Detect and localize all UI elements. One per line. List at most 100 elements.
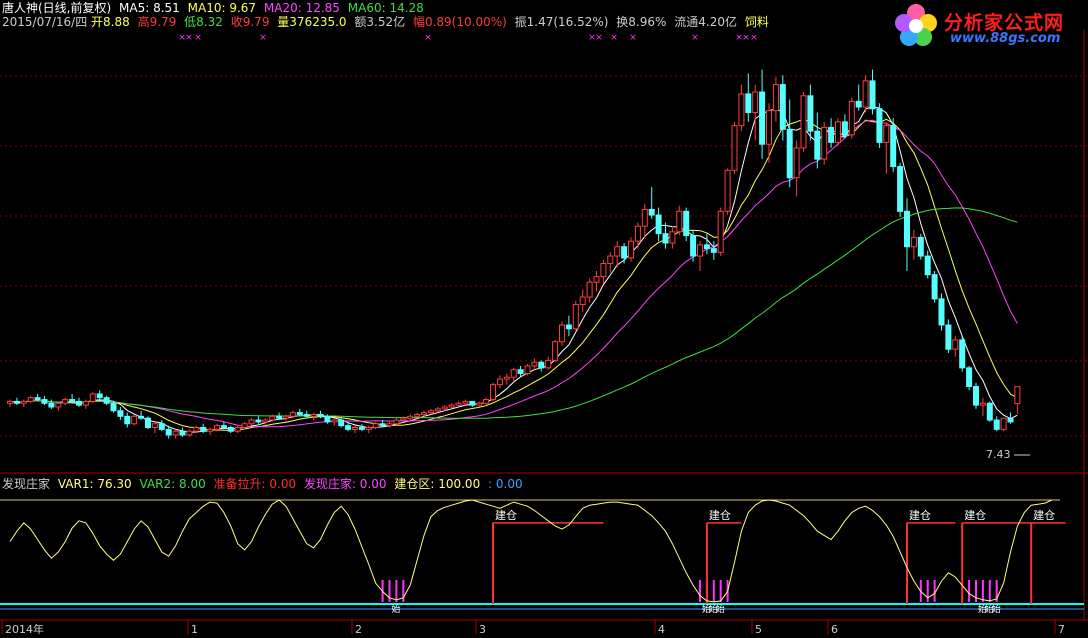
industry-label: 饲料 [744,15,769,29]
candle-body [103,397,110,404]
candle-body [34,397,41,401]
candle-body [973,386,979,406]
signal-marker: × [691,33,699,43]
low-label: 低8.32 [184,15,223,29]
prep-bar [402,580,405,602]
top-markers: × × × × × × × × × × × × × [178,33,758,43]
candle-body [379,423,386,427]
candle-body [110,402,117,412]
site-logo: 分析家公式网 www.88gs.com [888,2,1086,48]
amplitude-label: 振1.47(16.52%) [514,15,609,29]
candle-body [883,125,890,143]
candle-body [662,233,669,244]
candle-body [124,415,131,425]
dealer-start-label: 始 [992,603,1001,615]
candle-body [897,166,904,212]
candlestick-series [7,69,1021,439]
candle-body [890,125,897,168]
candle-body [614,246,621,257]
candle-body [855,100,862,108]
candle-body [593,276,600,283]
prep-bar [933,580,936,602]
candle-body [669,231,676,244]
candle-body [821,126,828,160]
signal-marker: × [595,33,603,43]
candle-body [55,402,62,408]
change-label: 幅0.89(10.00%) [412,15,507,29]
turnover-label: 换8.96% [616,15,667,29]
candle-body [904,210,910,248]
candle-body [738,93,745,127]
prep-label: 准备拉升: 0.00 [213,477,297,491]
candle-body [427,410,434,414]
candle-body [414,413,421,417]
chart-canvas: × × × × × × × × × × × × × 7.43 建仓 建仓 建仓 建仓 建仓始 始始始 始始始 201… [0,30,1088,636]
candle-body [20,400,27,404]
candle-body [476,402,483,406]
candle-body [572,304,579,330]
grid-lines [0,30,1088,621]
flower-logo-icon [895,4,937,46]
candle-body [565,324,572,330]
candle-body [324,415,331,423]
candle-body [690,235,697,257]
indicator-header: 发现庄家 VAR1: 76.30 VAR2: 8.00 准备拉升: 0.00 发… [2,477,527,491]
candle-body [310,413,317,417]
candle-body [848,100,855,136]
candle-body [510,369,517,378]
candle-body [634,225,641,242]
candle-body [710,248,717,253]
candle-body [717,210,724,253]
candle-body [752,91,759,114]
candle-body [531,361,538,367]
candle-body [835,121,841,143]
candle-body [938,298,945,326]
candle-body [421,412,427,415]
candle-body [628,240,634,259]
candle-body [641,208,648,227]
candle-body [869,80,876,110]
candle-body [386,423,393,427]
prep-bar [988,580,991,602]
candle-body [345,425,352,430]
candle-body [779,84,786,130]
candle-body [841,121,848,136]
candle-body [372,423,379,429]
low-price-label: 7.43 [986,448,1011,461]
candle-body [220,425,227,428]
amount-label: 额3.52亿 [354,15,406,29]
candle-body [200,427,207,432]
candle-body [234,427,241,432]
candle-body [490,384,496,401]
build-label: 建仓 [709,508,731,522]
candle-body [303,413,310,417]
signal-marker: × [610,33,618,43]
ma10-line [9,118,1018,432]
candle-body [483,399,490,404]
candle-body [276,415,283,419]
logo-url: www.88gs.com [950,31,1061,46]
x-tick-label: 7 [1058,623,1065,636]
volume-label: 量376235.0 [277,15,347,29]
prep-bar [981,580,984,602]
candle-body [986,402,993,421]
signal-marker: × [424,33,432,43]
candle-body [676,210,683,233]
candle-body [828,126,835,143]
x-tick-label: 3 [479,623,486,636]
candle-body [96,393,103,399]
price-annotations: 7.43 [986,448,1030,461]
candle-body [793,147,800,179]
build-bar [492,522,494,604]
candle-body [683,210,690,237]
candle-body [1007,417,1014,423]
prep-bar [926,580,929,602]
prep-bar [968,580,971,602]
build-zone-label: 建仓区: 100.00 [394,477,481,491]
candle-body [434,408,441,412]
candle-body [455,402,462,406]
candle-body [503,376,510,380]
candle-body [352,427,358,430]
build-label: 建仓 [909,508,931,522]
x-tick-label: 2014年 [5,622,44,636]
